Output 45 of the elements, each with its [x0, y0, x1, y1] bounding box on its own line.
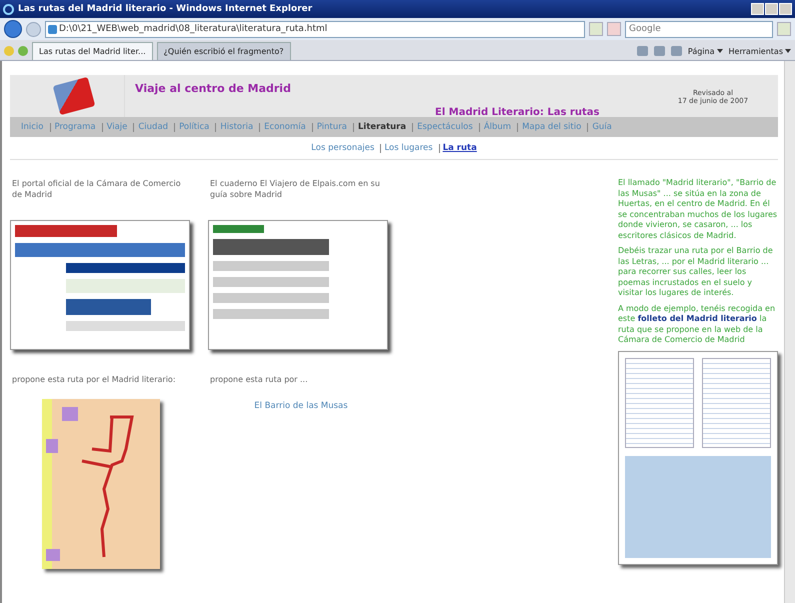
caret-icon — [785, 49, 791, 53]
nav-link[interactable]: Literatura — [352, 122, 410, 132]
minimize-button[interactable] — [751, 3, 764, 15]
image-caption: propone esta ruta por el Madrid literario: — [12, 374, 177, 385]
image-caption: propone esta ruta por ... — [210, 374, 309, 385]
sidebar-paragraph: Debéis trazar una ruta por el Barrio de las Letras, ... por el Madrid literario ... para recorrer sus calles, leer los poemas incrustados en el suelo y visitar los lugares de interés. — [618, 246, 774, 298]
nav-link[interactable]: Viaje — [102, 122, 130, 132]
nav-link[interactable]: Espectáculos — [412, 122, 476, 132]
browser-tab[interactable]: ¿Quién escribió el fragmento? — [156, 42, 291, 60]
scrollbar[interactable] — [784, 61, 795, 603]
back-button[interactable] — [4, 20, 22, 38]
image-caption: El cuaderno El Viajero de Elpais.com en su guía sobre Madrid — [210, 178, 381, 200]
browser-tab[interactable]: Las rutas del Madrid liter... — [32, 42, 153, 60]
subnav-link[interactable]: Los personajes — [308, 143, 378, 153]
toolbar-menu[interactable]: Herramientas — [728, 46, 783, 56]
nav-link[interactable]: Economía — [259, 122, 309, 132]
nav-link[interactable]: Guía — [587, 122, 615, 132]
nav-link[interactable]: Política — [174, 122, 212, 132]
maximize-button[interactable] — [765, 3, 778, 15]
page-icon — [48, 24, 57, 34]
caret-icon — [716, 49, 722, 53]
window-title: Las rutas del Madrid literario - Windows Internet Explorer — [18, 4, 314, 14]
browser-logo-icon — [3, 4, 14, 14]
toolbar-menu[interactable]: Página — [688, 46, 714, 56]
search-field[interactable]: Google — [625, 20, 773, 38]
site-title: Viaje al centro de Madrid — [135, 82, 292, 95]
subnav-link[interactable]: La ruta — [438, 144, 480, 152]
image-caption: El portal oficial de la Cámara de Comercio de Madrid — [12, 178, 182, 200]
page-subtitle: El Madrid Literario: Las rutas — [434, 107, 600, 118]
nav-link[interactable]: Pintura — [312, 122, 350, 132]
nav-link[interactable]: Álbum — [478, 122, 514, 132]
nav-link[interactable]: Inicio — [18, 122, 46, 132]
close-button[interactable] — [779, 3, 792, 15]
sidebar-paragraph: El llamado "Madrid literario", "Barrio de las Musas" ... se sitúa en la zona de Huertas, en el centro de Madrid. En él se concentraban muchos de los lugares donde vivieron, se casaron, ... los escritores clásicos de Madrid. — [618, 178, 778, 241]
nav-link[interactable]: Historia — [215, 122, 256, 132]
stop-button[interactable] — [607, 22, 621, 36]
refresh-button[interactable] — [589, 22, 603, 36]
nav-link[interactable]: Mapa del sitio — [517, 122, 584, 132]
address-field[interactable]: D:\0\21_WEB\web_madrid\08_literatura\literatura_ruta.html — [45, 20, 585, 38]
forward-button[interactable] — [26, 22, 41, 36]
route-link[interactable]: El Barrio de las Musas — [254, 401, 348, 411]
subnav-link[interactable]: Los lugares — [380, 144, 436, 152]
nav-link[interactable]: Programa — [50, 122, 99, 132]
nav-link[interactable]: Ciudad — [133, 122, 172, 132]
sidebar-paragraph: A modo de ejemplo, tenéis recogida en este folleto del Madrid literario la ruta que se propone en la web de la Cámara de Comercio de Madrid — [618, 304, 776, 346]
